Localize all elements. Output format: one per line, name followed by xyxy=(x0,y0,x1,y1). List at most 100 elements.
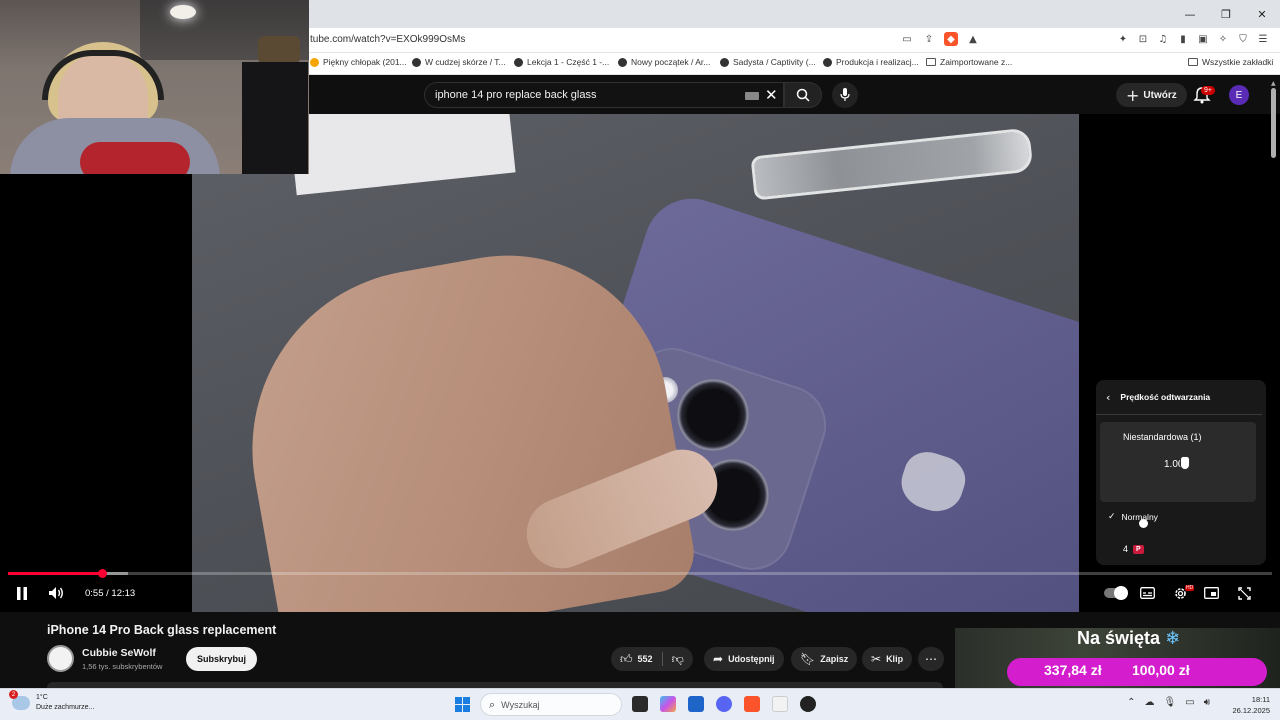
speaker-icon[interactable]: 🔊︎ xyxy=(1204,697,1210,708)
bookmark-item[interactable]: Sadysta / Captivity (... xyxy=(720,57,816,67)
speed-menu-header[interactable]: ‹ Prędkość odtwarzania xyxy=(1106,388,1260,406)
webcam-pc xyxy=(242,62,308,174)
file-explorer-icon[interactable] xyxy=(632,696,648,712)
save-button[interactable]: 🔖︎ Zapisz xyxy=(791,647,858,671)
sidebar-icon[interactable]: ▮ xyxy=(1176,32,1190,46)
scroll-up-icon[interactable]: ▲ xyxy=(1271,80,1276,87)
network-icon[interactable]: ☁ xyxy=(1145,697,1155,708)
promo-price-2: 100,00 zł xyxy=(1132,662,1190,678)
channel-name[interactable]: Cubbie SeWolf xyxy=(82,647,156,659)
more-actions-icon[interactable]: ⋯ xyxy=(918,647,944,671)
promo-bar: 337,84 zł 100,00 zł xyxy=(1007,658,1267,686)
progress-track[interactable] xyxy=(8,572,1272,575)
progress-played xyxy=(8,572,103,575)
app-icon[interactable] xyxy=(800,696,816,712)
share-arrow-icon: ➦ xyxy=(713,652,724,666)
url-field[interactable]: tube.com/watch?v=EXOk999OsMs xyxy=(310,34,465,45)
notification-badge: 9+ xyxy=(1201,86,1215,95)
share-icon[interactable]: ⇪ xyxy=(922,32,936,46)
subtitles-button[interactable] xyxy=(1139,584,1155,602)
wallet-icon[interactable]: ▣ xyxy=(1196,32,1210,46)
leo-ai-icon[interactable]: ✧ xyxy=(1216,32,1230,46)
microphone-icon xyxy=(840,88,850,101)
plus-icon: + xyxy=(1126,85,1140,105)
volume-button[interactable] xyxy=(47,584,65,602)
windows-start-icon[interactable] xyxy=(455,697,470,712)
minimize-icon[interactable]: — xyxy=(1172,0,1208,28)
search-icon xyxy=(796,88,810,102)
divider xyxy=(1096,414,1262,415)
pause-button[interactable] xyxy=(14,584,30,602)
bookmark-item[interactable]: Produkcja i realizacj... xyxy=(823,57,919,67)
notes-icon[interactable] xyxy=(772,696,788,712)
bookmark-folder[interactable]: Zaimportowane z... xyxy=(926,57,1012,67)
bookmark-item[interactable]: Lekcja 1 - Część 1 -... xyxy=(514,57,609,67)
bookmark-favicon-icon xyxy=(720,57,729,67)
screenshot-icon[interactable]: ⊡ xyxy=(1136,32,1150,46)
premium-badge: P xyxy=(1133,544,1144,554)
folder-icon xyxy=(1188,58,1198,66)
speed-option-normal[interactable]: ✓ Normalny xyxy=(1108,512,1158,522)
share-button[interactable]: ➦ Udostępnij xyxy=(704,647,784,671)
restore-icon[interactable]: ❐ xyxy=(1208,0,1244,28)
bookmark-item[interactable]: Piękny chłopak (201... xyxy=(310,57,407,67)
discord-icon[interactable] xyxy=(716,696,732,712)
extensions-icon[interactable]: ✦ xyxy=(1116,32,1130,46)
custom-speed-option[interactable]: Niestandardowa (1) 1.00 xyxy=(1100,422,1256,528)
pause-icon xyxy=(17,586,27,600)
close-icon[interactable]: ✕ xyxy=(1244,0,1280,28)
speed-option-premium[interactable]: 4 P xyxy=(1123,544,1144,554)
store-icon[interactable] xyxy=(688,696,704,712)
copilot-icon[interactable] xyxy=(660,696,676,712)
miniplayer-button[interactable] xyxy=(1203,584,1219,602)
avatar[interactable]: E xyxy=(1229,85,1249,105)
clock[interactable]: 18:11 26.12.2025 xyxy=(1232,694,1270,716)
create-button[interactable]: + Utwórz xyxy=(1116,83,1187,107)
scissors-icon: ✂ xyxy=(871,652,882,666)
video-scene-paper xyxy=(288,114,516,196)
search-input[interactable]: iphone 14 pro replace back glass ✕ xyxy=(424,82,784,108)
check-icon: ✓ xyxy=(1108,512,1116,522)
bookmark-item[interactable]: Nowy początek / Ar... xyxy=(618,57,710,67)
search-button[interactable] xyxy=(784,82,822,108)
channel-avatar[interactable] xyxy=(47,645,74,672)
voice-search-button[interactable] xyxy=(832,82,858,108)
cast-icon[interactable]: ▭ xyxy=(900,32,914,46)
video-scene-lens xyxy=(677,379,749,451)
video-player[interactable] xyxy=(0,114,1280,612)
scrollbar-thumb[interactable] xyxy=(1271,88,1276,158)
clear-search-icon[interactable]: ✕ xyxy=(765,86,778,104)
mic-tray-icon[interactable]: 🎙︎ xyxy=(1164,697,1177,708)
brave-icon[interactable] xyxy=(744,696,760,712)
display-icon[interactable]: ▭ xyxy=(1185,697,1194,708)
tray-chevron-icon[interactable]: ⌃ xyxy=(1127,697,1135,708)
back-chevron-icon[interactable]: ‹ xyxy=(1106,391,1110,404)
autoplay-toggle[interactable] xyxy=(1104,586,1128,600)
bookmark-item[interactable]: W cudzej skórze / T... xyxy=(412,57,506,67)
promo-title: Na święta ❄ xyxy=(1077,628,1181,649)
menu-icon[interactable]: ☰ xyxy=(1256,32,1270,46)
taskbar-search[interactable]: ⌕ Wyszukaj xyxy=(480,693,622,716)
mouse-cursor xyxy=(1180,456,1190,470)
promo-price-1: 337,84 zł xyxy=(1044,662,1102,678)
thumbs-up-icon[interactable]: 👍︎ xyxy=(620,652,633,667)
video-frame[interactable] xyxy=(192,114,1079,612)
volume-icon xyxy=(49,587,63,599)
keyboard-icon[interactable] xyxy=(745,92,759,100)
like-count[interactable]: 552 xyxy=(638,654,653,664)
all-bookmarks-button[interactable]: Wszystkie zakładki xyxy=(1188,57,1273,67)
fullscreen-button[interactable] xyxy=(1236,584,1252,602)
media-icon[interactable]: ♫ xyxy=(1156,32,1170,46)
hd-badge: HD xyxy=(1185,585,1195,591)
vpn-icon[interactable]: ⛉ xyxy=(1236,32,1250,46)
search-icon: ⌕ xyxy=(489,697,496,711)
brave-rewards-icon[interactable]: ▲ xyxy=(966,32,980,46)
search-query: iphone 14 pro replace back glass xyxy=(435,89,597,101)
promo-overlay: Na święta ❄ 337,84 zł 100,00 zł xyxy=(955,628,1280,688)
clip-button[interactable]: ✂ Klip xyxy=(862,647,913,671)
weather-widget[interactable]: 2 1°C Duże zachmurze... xyxy=(9,690,94,713)
brave-shield-icon[interactable]: ◆ xyxy=(944,32,958,46)
thumbs-down-icon[interactable]: 👎︎ xyxy=(672,652,684,667)
subscribe-button[interactable]: Subskrybuj xyxy=(186,647,258,671)
window-controls: — ❐ ✕ xyxy=(1172,0,1280,28)
